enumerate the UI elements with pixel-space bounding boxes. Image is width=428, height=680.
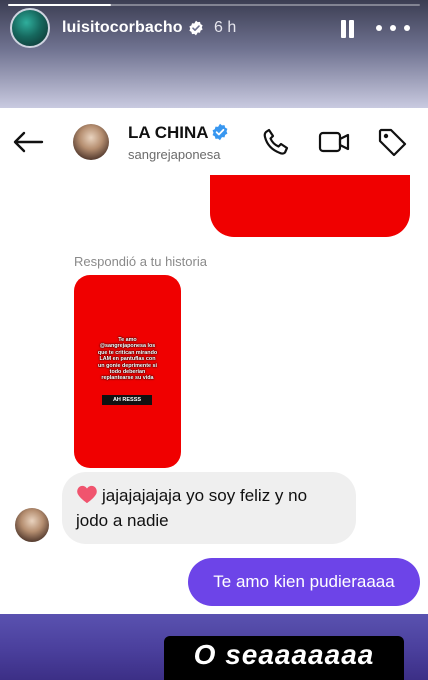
story-reply-note: Respondió a tu historia bbox=[74, 254, 207, 269]
story-thumbnail-text: Te amo @sangrejaponesa los que te critic… bbox=[97, 337, 158, 382]
outgoing-message[interactable]: Te amo kien pudieraaaa bbox=[188, 558, 420, 606]
story-reply-thumbnail[interactable]: Te amo @sangrejaponesa los que te critic… bbox=[74, 275, 181, 468]
incoming-message-text: jajajajajaja yo soy feliz y no bbox=[102, 486, 308, 505]
tag-icon[interactable] bbox=[376, 126, 408, 158]
story-author-avatar[interactable] bbox=[10, 8, 50, 48]
phone-call-icon[interactable] bbox=[260, 126, 292, 158]
verified-badge-icon bbox=[212, 123, 228, 141]
story-header: luisitocorbacho 6 h bbox=[0, 0, 428, 108]
story-progress-fill bbox=[8, 4, 111, 6]
sender-avatar[interactable] bbox=[15, 508, 49, 542]
contact-name: LA CHINA bbox=[128, 123, 209, 142]
story-progress-bar bbox=[8, 4, 420, 6]
verified-badge-icon bbox=[189, 20, 203, 36]
story-thumbnail-tag: AH RESSS bbox=[102, 395, 152, 405]
more-options-icon[interactable] bbox=[376, 18, 410, 38]
story-caption-text: O seaaaaaaa bbox=[193, 639, 375, 670]
contact-handle: sangrejaponesa bbox=[128, 147, 221, 162]
dm-screenshot: LA CHINA sangrejaponesa Respondió a tu h… bbox=[0, 108, 428, 614]
story-caption: O seaaaaaaa bbox=[164, 636, 404, 680]
incoming-message-text-line2: jodo a nadie bbox=[76, 511, 169, 530]
contact-avatar[interactable] bbox=[73, 124, 109, 160]
pause-button[interactable] bbox=[336, 18, 358, 40]
story-username[interactable]: luisitocorbacho bbox=[62, 19, 183, 37]
redacted-message-bubble bbox=[210, 175, 410, 237]
incoming-message[interactable]: jajajajajaja yo soy feliz y no jodo a na… bbox=[62, 472, 356, 544]
heart-emoji-icon bbox=[77, 485, 97, 504]
story-timestamp: 6 h bbox=[214, 19, 237, 36]
video-call-icon[interactable] bbox=[318, 126, 350, 158]
back-arrow-icon[interactable] bbox=[12, 130, 44, 154]
